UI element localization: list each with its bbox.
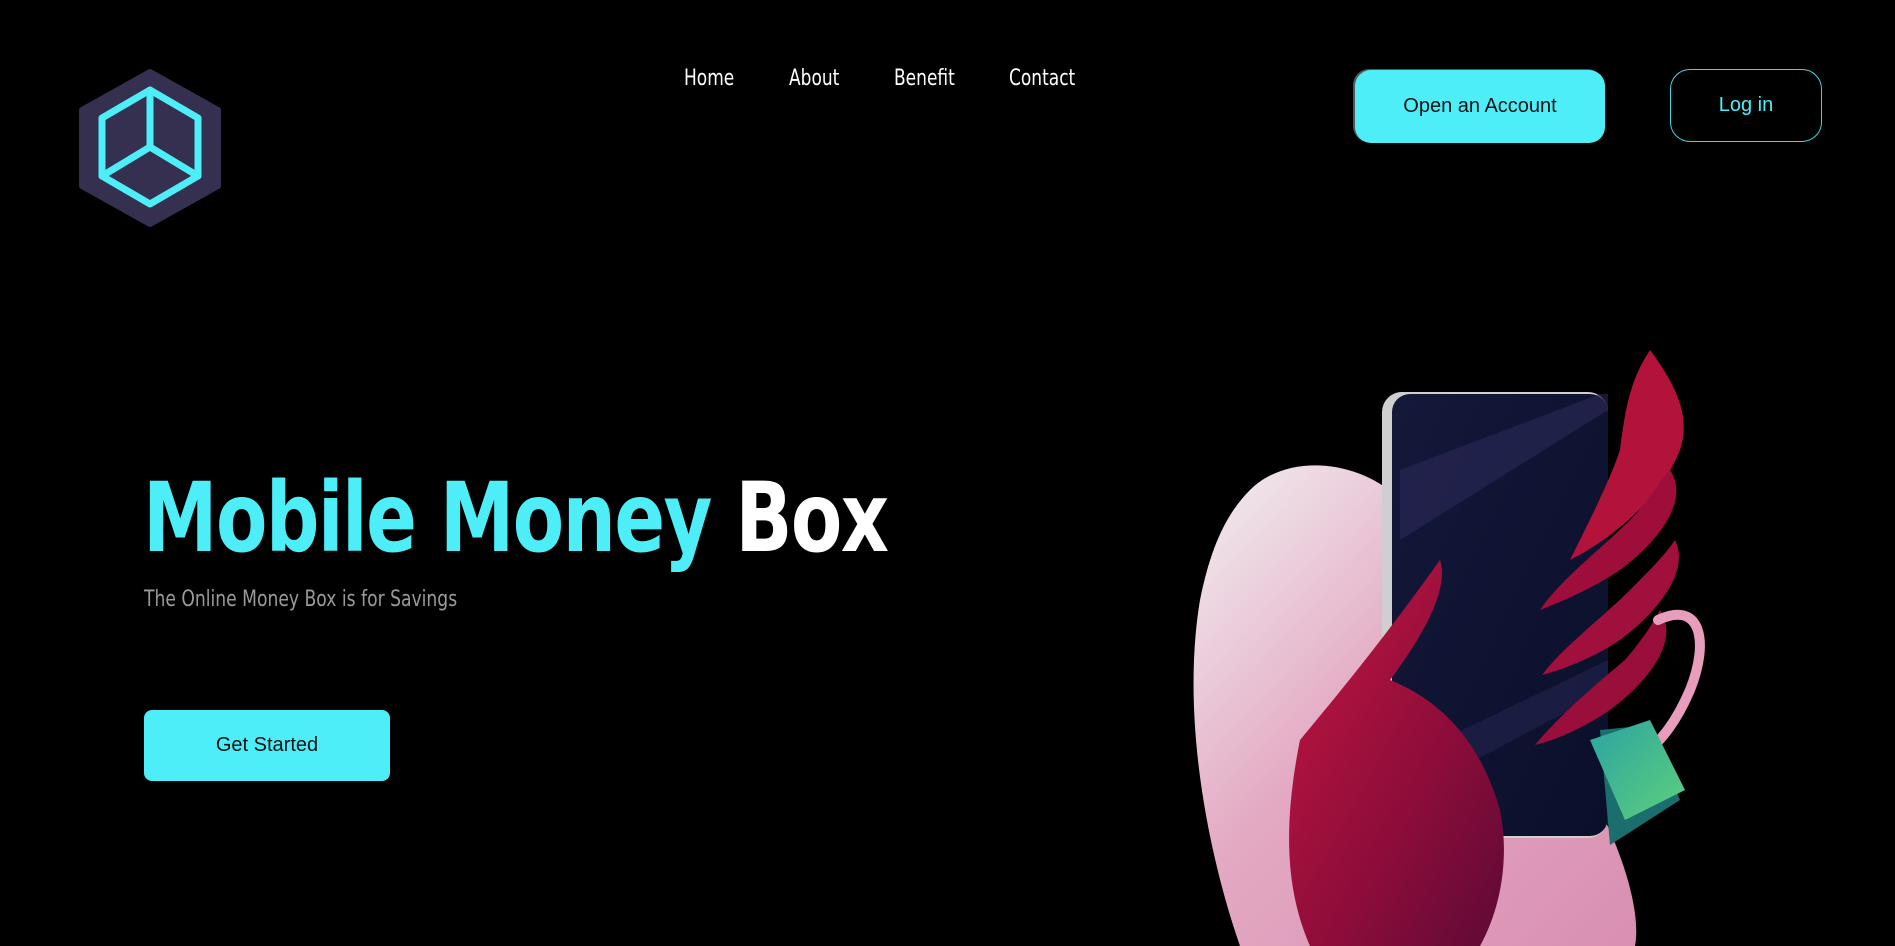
get-started-button[interactable]: Get Started bbox=[144, 710, 390, 781]
nav-about-link[interactable]: About bbox=[789, 66, 839, 91]
open-account-button[interactable]: Open an Account bbox=[1355, 70, 1605, 143]
login-button[interactable]: Log in bbox=[1670, 69, 1822, 142]
hero-title: Mobile Money Box bbox=[143, 470, 889, 566]
hero-title-mobile-money: Mobile Money bbox=[143, 462, 712, 574]
hero-subtitle: The Online Money Box is for Savings bbox=[144, 587, 458, 612]
hand-holding-phone-illustration bbox=[1193, 350, 1705, 946]
nav-home-link[interactable]: Home bbox=[684, 66, 734, 91]
cube-logo-icon[interactable] bbox=[76, 68, 224, 228]
hero-title-box: Box bbox=[735, 462, 889, 574]
nav-contact-link[interactable]: Contact bbox=[1009, 66, 1075, 91]
nav-benefit-link[interactable]: Benefit bbox=[894, 66, 955, 91]
